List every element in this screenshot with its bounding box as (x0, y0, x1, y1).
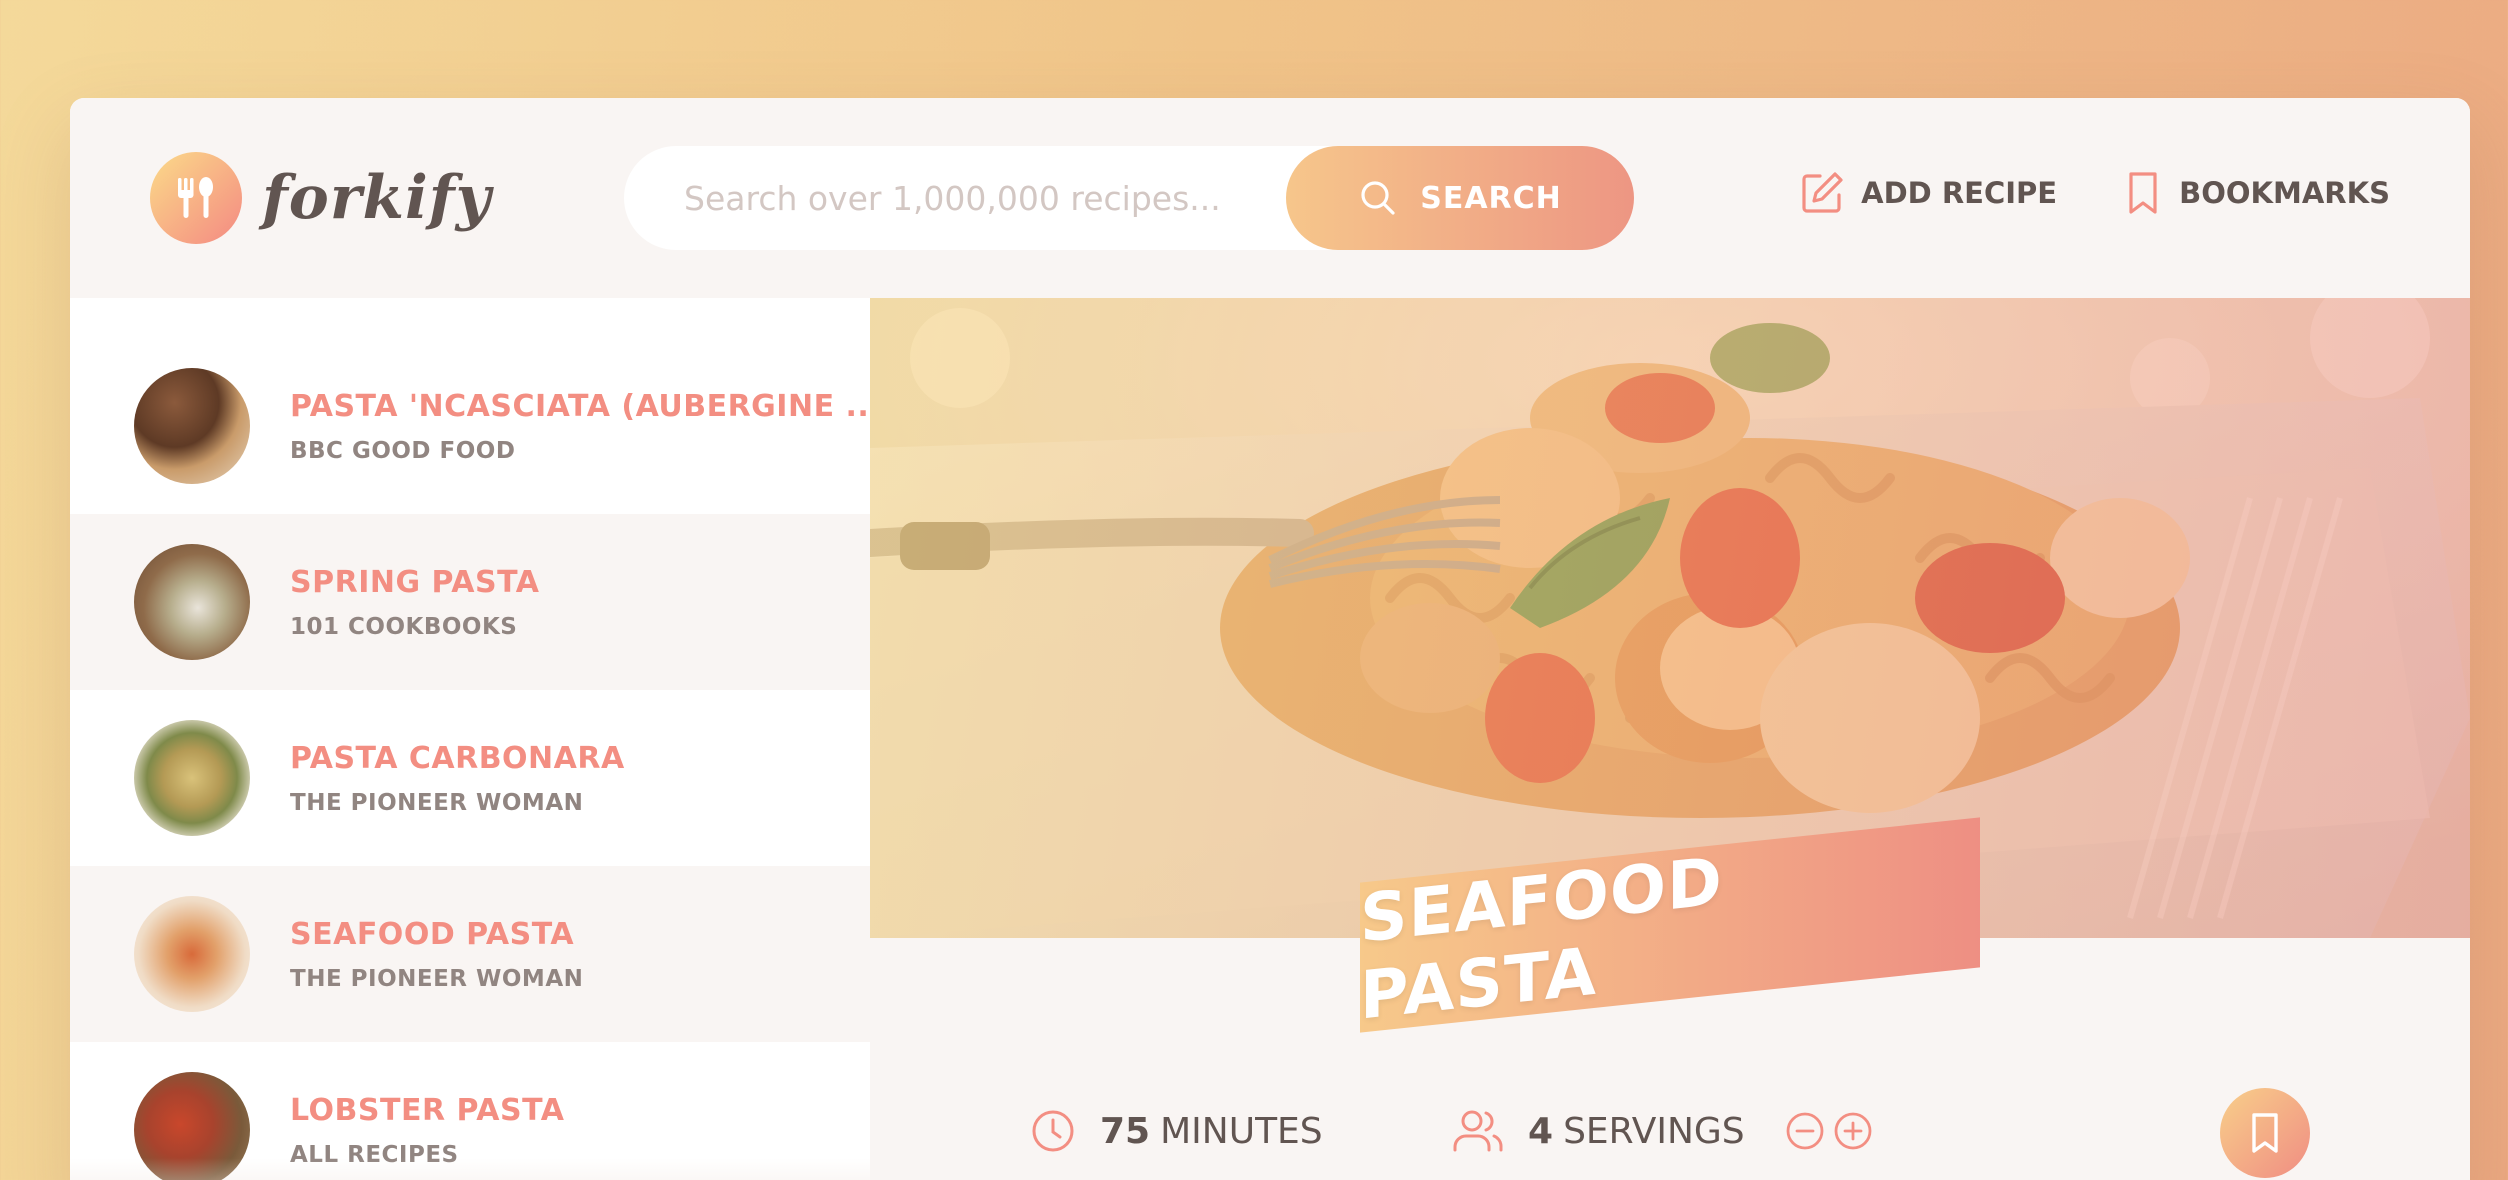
result-publisher: THE PIONEER WOMAN (290, 965, 584, 992)
list-item[interactable]: PASTA 'NCASCIATA (AUBERGINE ... BBC GOOD… (70, 338, 881, 514)
bookmark-recipe-button[interactable] (2220, 1088, 2310, 1178)
decrease-servings-button[interactable] (1785, 1111, 1825, 1151)
search-form: SEARCH (624, 146, 1634, 250)
add-recipe-label: ADD RECIPE (1861, 176, 2058, 210)
fork-spoon-icon (150, 152, 242, 244)
bookmark-icon (2252, 1113, 2278, 1153)
logo-text: forkify (262, 163, 492, 233)
search-button-label: SEARCH (1420, 180, 1562, 216)
list-item[interactable]: LOBSTER PASTA ALL RECIPES (70, 1042, 870, 1180)
result-title: LOBSTER PASTA (290, 1092, 565, 1128)
clock-icon (1032, 1110, 1074, 1152)
users-icon (1453, 1110, 1503, 1152)
result-title: SPRING PASTA (290, 564, 540, 600)
cooking-time: 75 MINUTES (1030, 1108, 1323, 1154)
result-title: PASTA 'NCASCIATA (AUBERGINE ... (290, 388, 882, 424)
cooking-time-unit: MINUTES (1160, 1110, 1323, 1152)
search-icon (1361, 181, 1395, 215)
servings-controls (1785, 1111, 1873, 1151)
search-input[interactable] (624, 146, 1286, 250)
recipe-image (870, 298, 2470, 938)
recipe-thumbnail (134, 720, 250, 836)
app-container: forkify SEARCH ADD RECIPE (70, 98, 2470, 1180)
add-recipe-button[interactable]: ADD RECIPE (1799, 170, 2057, 216)
bookmark-icon (2129, 172, 2157, 214)
recipe-thumbnail (134, 896, 250, 1012)
result-title: SEAFOOD PASTA (290, 916, 575, 952)
edit-icon (1802, 172, 1843, 213)
plus-circle-icon (1834, 1112, 1872, 1150)
search-button[interactable]: SEARCH (1286, 146, 1634, 250)
image-overlay (870, 298, 2470, 938)
list-item[interactable]: SEAFOOD PASTA THE PIONEER WOMAN (70, 866, 870, 1042)
recipe-thumbnail (134, 368, 250, 484)
result-publisher: THE PIONEER WOMAN (290, 789, 584, 816)
nav: ADD RECIPE BOOKMARKS (1799, 170, 2390, 216)
bookmarks-label: BOOKMARKS (2179, 176, 2390, 210)
bookmarks-button[interactable]: BOOKMARKS (2123, 170, 2390, 216)
result-title: PASTA CARBONARA (290, 740, 625, 776)
servings-value: 4 (1528, 1110, 1554, 1152)
recipe-thumbnail (134, 544, 250, 660)
recipe-view: SEAFOOD PASTA 75 MINUTES 4 SERVINGS (870, 298, 2470, 1180)
header: forkify SEARCH ADD RECIPE (70, 98, 2470, 298)
servings-unit: SERVINGS (1563, 1110, 1745, 1152)
list-item[interactable]: PASTA CARBONARA THE PIONEER WOMAN (70, 690, 870, 866)
servings: 4 SERVINGS (1452, 1108, 1873, 1154)
cooking-time-value: 75 (1100, 1110, 1151, 1152)
result-publisher: BBC GOOD FOOD (290, 437, 516, 464)
increase-servings-button[interactable] (1833, 1111, 1873, 1151)
minus-circle-icon (1786, 1112, 1824, 1150)
result-publisher: ALL RECIPES (290, 1141, 459, 1168)
recipe-thumbnail (134, 1072, 250, 1180)
logo[interactable]: forkify (150, 152, 491, 244)
list-item[interactable]: SPRING PASTA 101 COOKBOOKS (70, 514, 870, 690)
search-results: PASTA 'NCASCIATA (AUBERGINE ... BBC GOOD… (70, 298, 881, 1180)
result-publisher: 101 COOKBOOKS (290, 613, 518, 640)
recipe-details: 75 MINUTES 4 SERVINGS (870, 1088, 2470, 1178)
